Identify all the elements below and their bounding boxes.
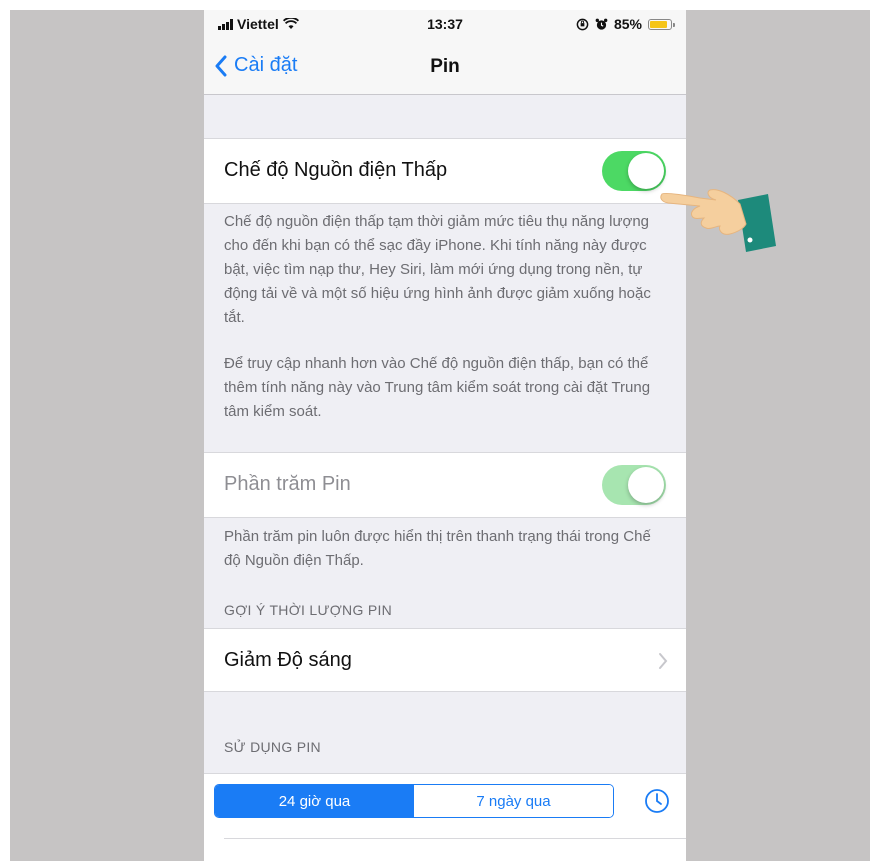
battery-percentage-row: Phần trăm Pin	[204, 452, 686, 518]
usage-separator	[224, 838, 686, 839]
navigation-bar: Cài đặt Pin	[204, 40, 686, 95]
battery-percent: 85%	[613, 16, 642, 32]
battery-icon	[648, 18, 675, 30]
chevron-right-icon	[659, 653, 668, 669]
battery-percentage-label: Phần trăm Pin	[224, 473, 351, 495]
status-bar: Viettel 13:37 85%	[204, 10, 686, 40]
battery-percentage-description: Phần trăm pin luôn được hiển thị trên th…	[224, 528, 651, 569]
segment-7-days[interactable]: 7 ngày qua	[414, 785, 613, 817]
low-power-mode-row: Chế độ Nguồn điện Thấp	[204, 138, 686, 204]
low-power-description-1: Chế độ nguồn điện thấp tạm thời giảm mức…	[224, 213, 651, 326]
alarm-icon	[595, 18, 608, 30]
usage-range-row: 24 giờ qua 7 ngày qua	[204, 773, 686, 861]
usage-range-segmented-control: 24 giờ qua 7 ngày qua	[214, 784, 614, 818]
orientation-lock-icon	[576, 18, 589, 30]
low-power-description-2: Để truy cập nhanh hơn vào Chế độ nguồn đ…	[224, 355, 651, 420]
pointing-hand-icon	[660, 189, 776, 252]
page-title: Pin	[430, 56, 460, 77]
low-power-mode-toggle[interactable]	[602, 151, 666, 191]
toggle-knob	[628, 467, 664, 503]
segment-24-hours[interactable]: 24 giờ qua	[215, 785, 414, 817]
battery-suggestions-header: GỢI Ý THỜI LƯỢNG PIN	[224, 602, 393, 618]
battery-fill	[650, 20, 667, 28]
clock-icon[interactable]	[644, 788, 670, 814]
low-power-mode-label: Chế độ Nguồn điện Thấp	[224, 159, 448, 181]
battery-usage-header: SỬ DỤNG PIN	[224, 739, 321, 755]
reduce-brightness-label: Giảm Độ sáng	[224, 649, 352, 671]
phone-screen: Viettel 13:37 85% Cài đặt Pin Chế độ Ngu…	[204, 10, 686, 861]
status-right: 85%	[576, 16, 675, 32]
reduce-brightness-row[interactable]: Giảm Độ sáng	[204, 628, 686, 692]
battery-percentage-toggle[interactable]	[602, 465, 666, 505]
toggle-knob	[628, 153, 664, 189]
